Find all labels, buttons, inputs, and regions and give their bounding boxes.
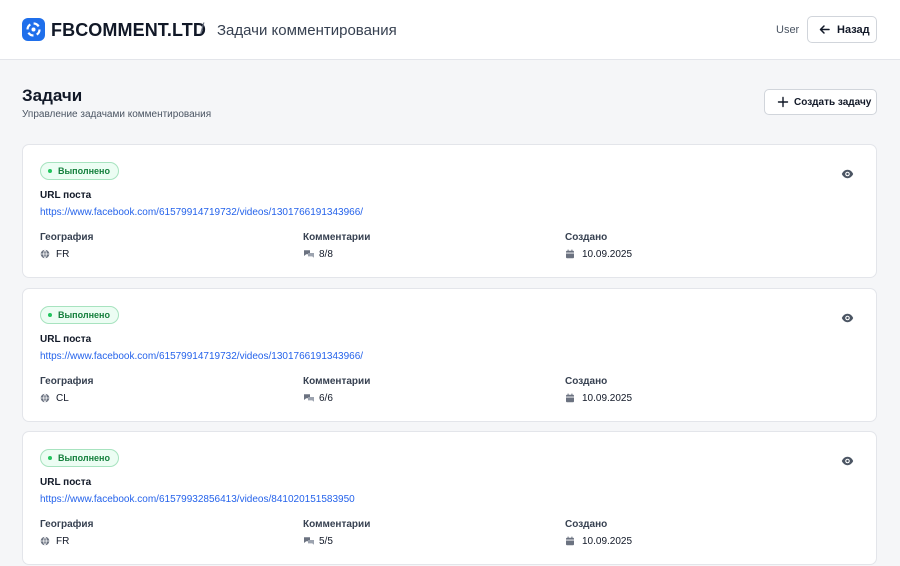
created-label: Создано [565, 376, 608, 387]
top-header: FBCOMMENT.LTD / Задачи комментирования U… [0, 0, 900, 60]
task-card: Выполнено URL поста https://www.facebook… [22, 288, 877, 422]
back-button-label: Назад [837, 24, 870, 36]
created-value: 10.09.2025 [582, 536, 633, 547]
create-task-label: Создать задачу [794, 97, 872, 108]
brand-name[interactable]: FBCOMMENT.LTD [51, 19, 206, 41]
breadcrumb-separator: / [200, 21, 205, 38]
calendar-icon [566, 249, 574, 259]
comments-value: 6/6 [319, 393, 333, 404]
user-name: User [776, 24, 800, 36]
post-url-link[interactable]: https://www.facebook.com/61579914719732/… [40, 207, 363, 219]
post-url-link[interactable]: https://www.facebook.com/61579932856413/… [40, 494, 355, 506]
created-label: Создано [565, 519, 608, 530]
globe-icon [40, 536, 50, 546]
eye-icon[interactable] [841, 313, 854, 323]
status-badge: Выполнено [40, 162, 119, 180]
comments-label: Комментарии [303, 519, 371, 530]
url-label: URL поста [40, 477, 92, 488]
status-badge: Выполнено [40, 449, 119, 467]
comments-value: 8/8 [319, 249, 333, 260]
chat-bubbles-icon [304, 394, 314, 402]
breadcrumb-current: Задачи комментирования [217, 22, 397, 39]
calendar-icon [566, 536, 574, 546]
geo-value: FR [56, 249, 70, 260]
globe-icon [40, 249, 50, 259]
eye-icon[interactable] [841, 169, 854, 179]
create-task-button[interactable]: Создать задачу [764, 89, 877, 115]
geo-value: CL [56, 393, 69, 404]
plus-icon [777, 96, 789, 108]
task-card: Выполнено URL поста https://www.facebook… [22, 431, 877, 565]
back-button[interactable]: Назад [807, 16, 877, 43]
created-value: 10.09.2025 [582, 249, 633, 260]
globe-icon [40, 393, 50, 403]
logo-icon[interactable] [22, 18, 45, 41]
created-value: 10.09.2025 [582, 393, 633, 404]
chat-bubbles-icon [304, 250, 314, 258]
geo-label: География [40, 376, 94, 387]
task-card: Выполнено URL поста https://www.facebook… [22, 144, 877, 278]
geo-value: FR [56, 536, 70, 547]
calendar-icon [566, 393, 574, 403]
comments-label: Комментарии [303, 376, 371, 387]
geo-label: География [40, 519, 94, 530]
comments-value: 5/5 [319, 536, 333, 547]
url-label: URL поста [40, 334, 92, 345]
url-label: URL поста [40, 190, 92, 201]
geo-label: География [40, 232, 94, 243]
created-label: Создано [565, 232, 608, 243]
status-badge: Выполнено [40, 306, 119, 324]
chat-bubbles-icon [304, 537, 314, 545]
comments-label: Комментарии [303, 232, 371, 243]
page-title: Задачи [22, 86, 83, 105]
post-url-link[interactable]: https://www.facebook.com/61579914719732/… [40, 351, 363, 363]
arrow-left-icon [819, 25, 830, 34]
page-subtitle: Управление задачами комментирования [22, 109, 212, 120]
eye-icon[interactable] [841, 456, 854, 466]
